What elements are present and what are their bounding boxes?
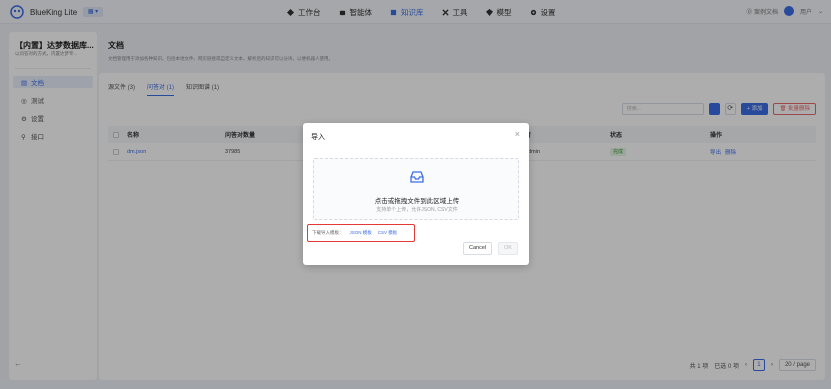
json-template-link[interactable]: JSON 模板: [350, 230, 372, 236]
import-dialog: 导入 × 点击或拖拽文件到此区域上传 支持单个上传，允许JSON, CSV文件 …: [303, 123, 529, 265]
csv-template-link[interactable]: CSV 模板: [378, 230, 398, 236]
cancel-button[interactable]: Cancel: [463, 242, 493, 255]
upload-dropzone[interactable]: 点击或拖拽文件到此区域上传 支持单个上传，允许JSON, CSV文件: [313, 158, 519, 220]
dialog-title: 导入: [311, 134, 325, 141]
template-download-box: 下载导入模板： JSON 模板 CSV 模板: [307, 224, 415, 242]
dropzone-text: 点击或拖拽文件到此区域上传: [374, 198, 460, 205]
template-label: 下载导入模板：: [312, 230, 344, 235]
inbox-icon: [410, 171, 424, 183]
close-icon[interactable]: ×: [515, 129, 520, 139]
dropzone-hint: 支持单个上传，允许JSON, CSV文件: [376, 207, 458, 213]
ok-button[interactable]: OK: [498, 242, 518, 255]
